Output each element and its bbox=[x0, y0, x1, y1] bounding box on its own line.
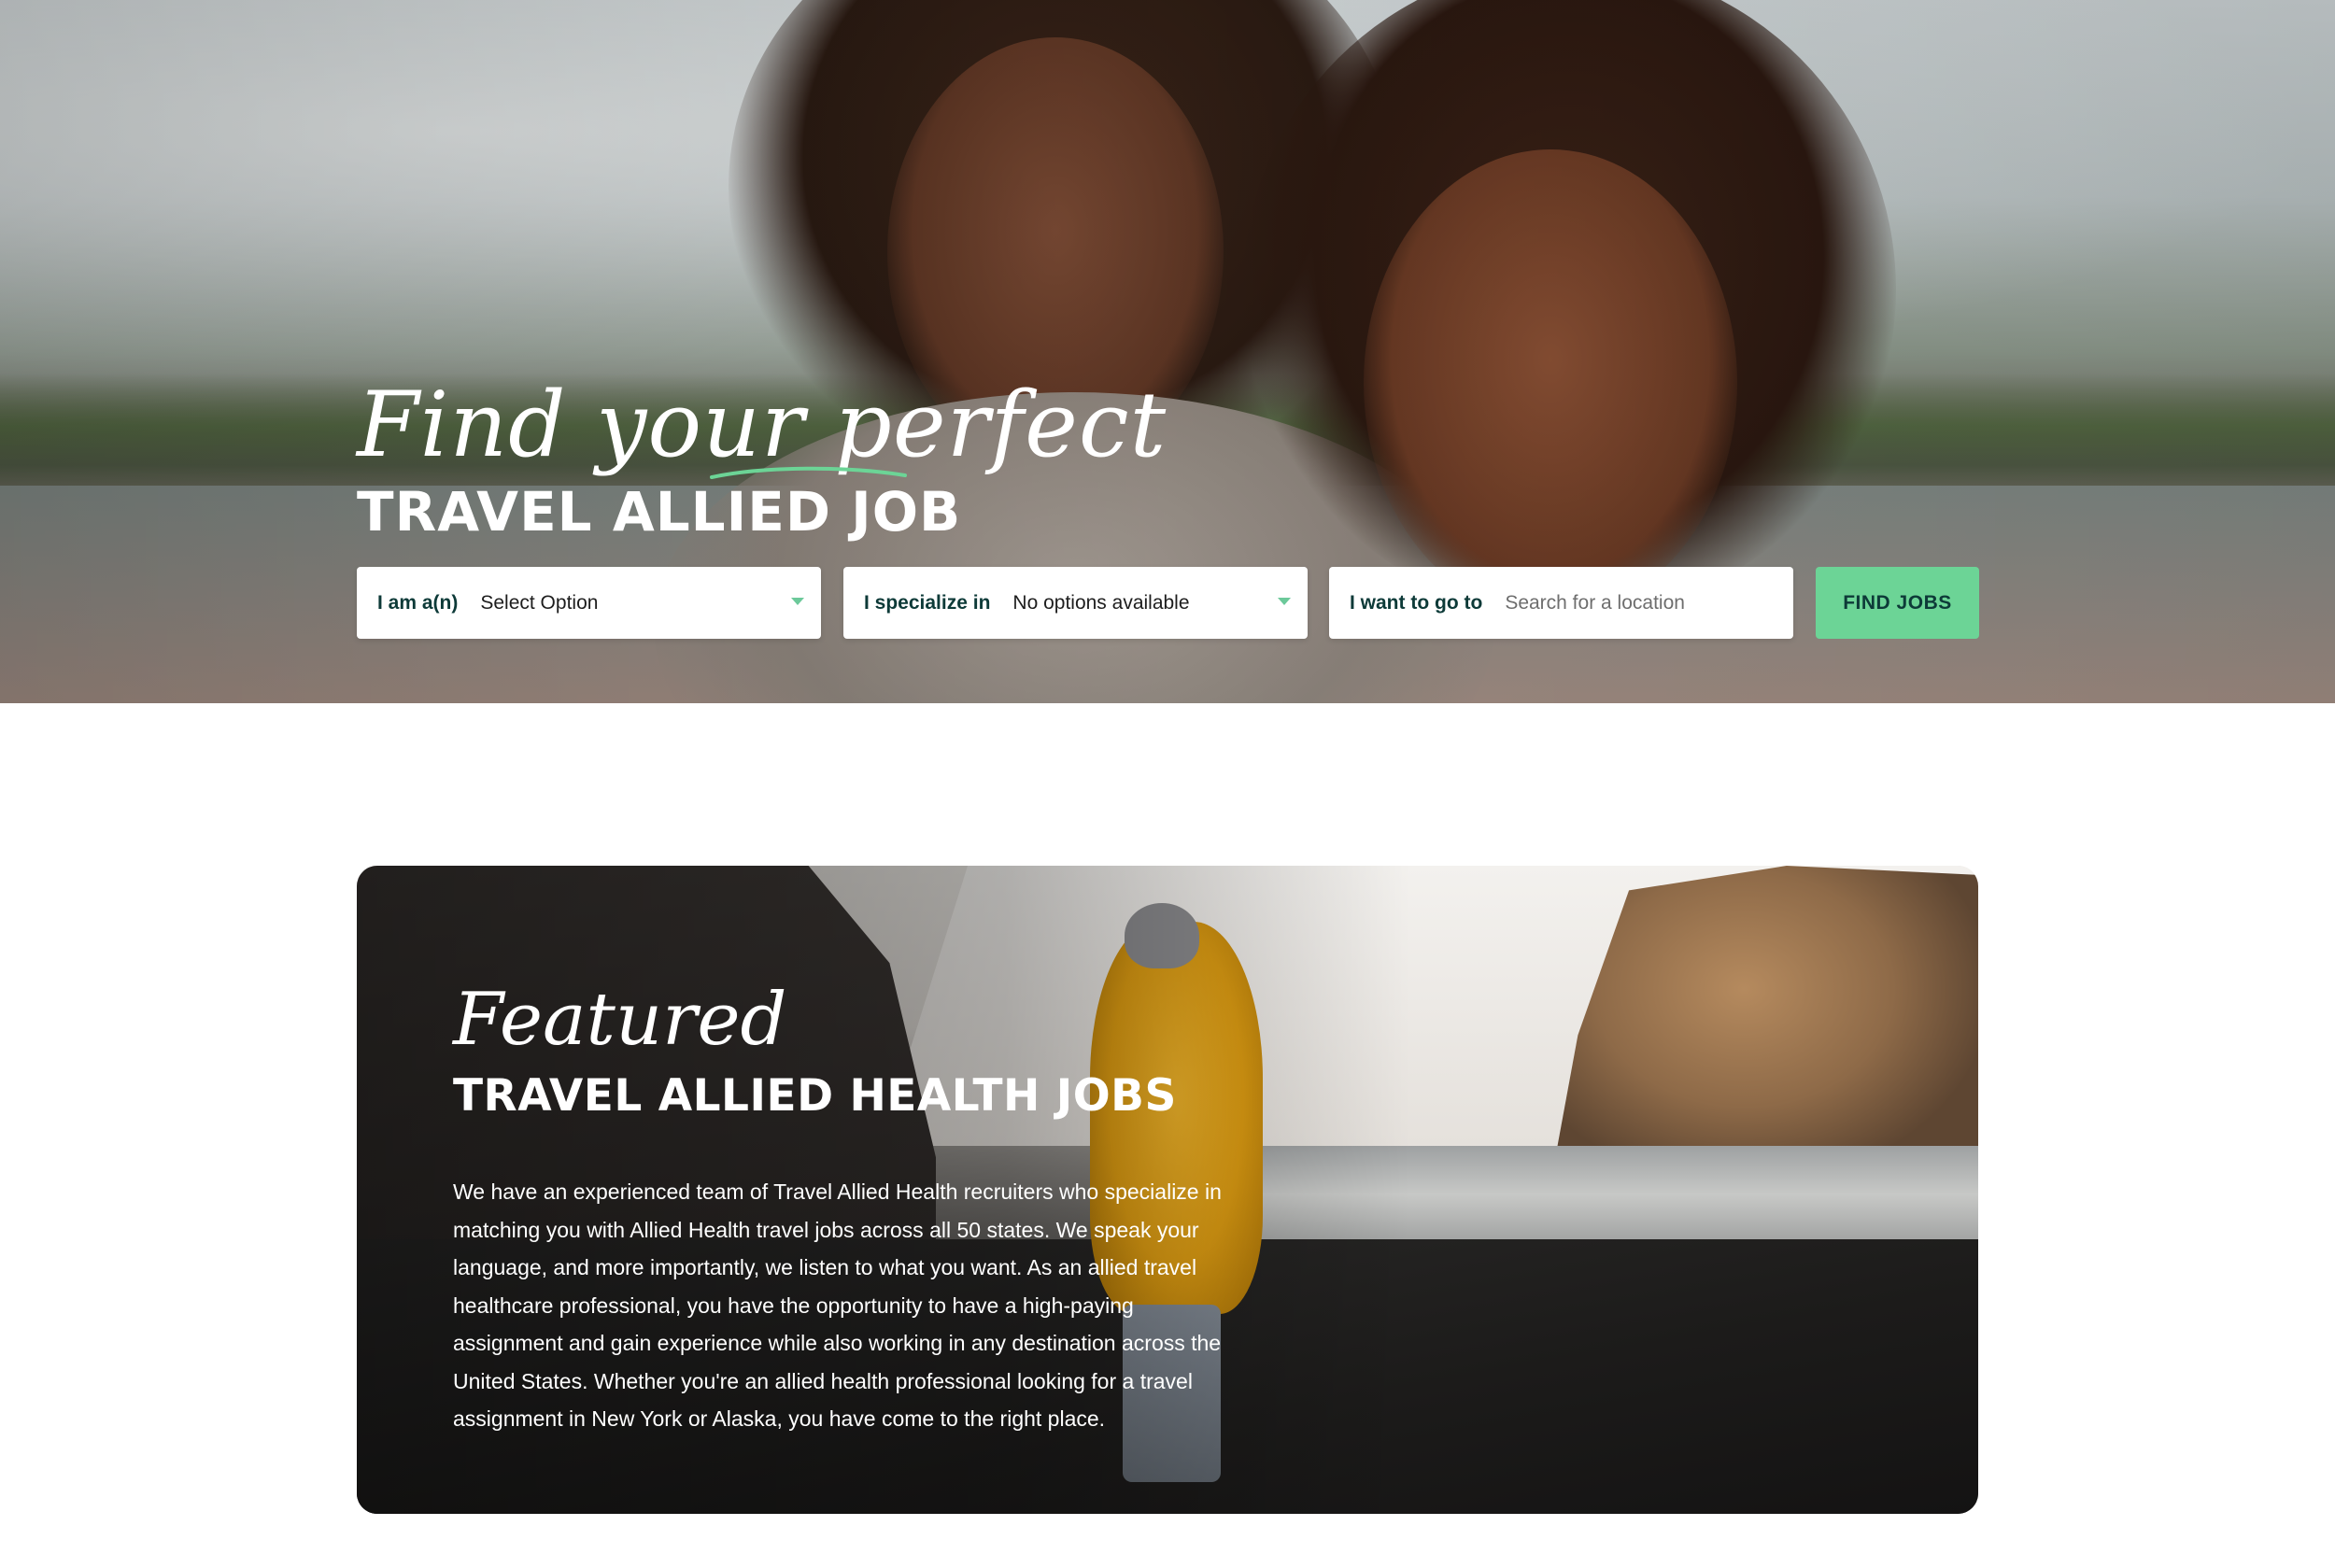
find-jobs-button[interactable]: FIND JOBS bbox=[1816, 567, 1979, 639]
location-search-input[interactable] bbox=[1505, 591, 1773, 614]
chevron-down-icon[interactable] bbox=[791, 598, 804, 605]
role-select-value: Select Option bbox=[480, 591, 599, 614]
specialty-select[interactable]: I specialize in No options available bbox=[843, 567, 1308, 639]
featured-jobs-card: Featured TRAVEL ALLIED HEALTH JOBS We ha… bbox=[357, 866, 1978, 1514]
featured-description: We have an experienced team of Travel Al… bbox=[453, 1180, 1222, 1431]
chevron-down-icon[interactable] bbox=[1278, 598, 1291, 605]
location-search-field[interactable]: I want to go to bbox=[1329, 567, 1793, 639]
location-field-label: I want to go to bbox=[1350, 591, 1483, 614]
role-select-label: I am a(n) bbox=[377, 591, 459, 614]
specialty-select-value: No options available bbox=[1012, 591, 1190, 614]
featured-title: TRAVEL ALLIED HEALTH JOBS bbox=[453, 1070, 1177, 1122]
role-select[interactable]: I am a(n) Select Option bbox=[357, 567, 821, 639]
hero-script-heading: Find your perfect bbox=[357, 373, 1168, 477]
hero-section: Find your perfect TRAVEL ALLIED JOB I am… bbox=[0, 0, 2335, 703]
specialty-select-label: I specialize in bbox=[864, 591, 991, 614]
featured-script-heading: Featured bbox=[453, 978, 787, 1062]
hero-title: TRAVEL ALLIED JOB bbox=[357, 480, 962, 544]
